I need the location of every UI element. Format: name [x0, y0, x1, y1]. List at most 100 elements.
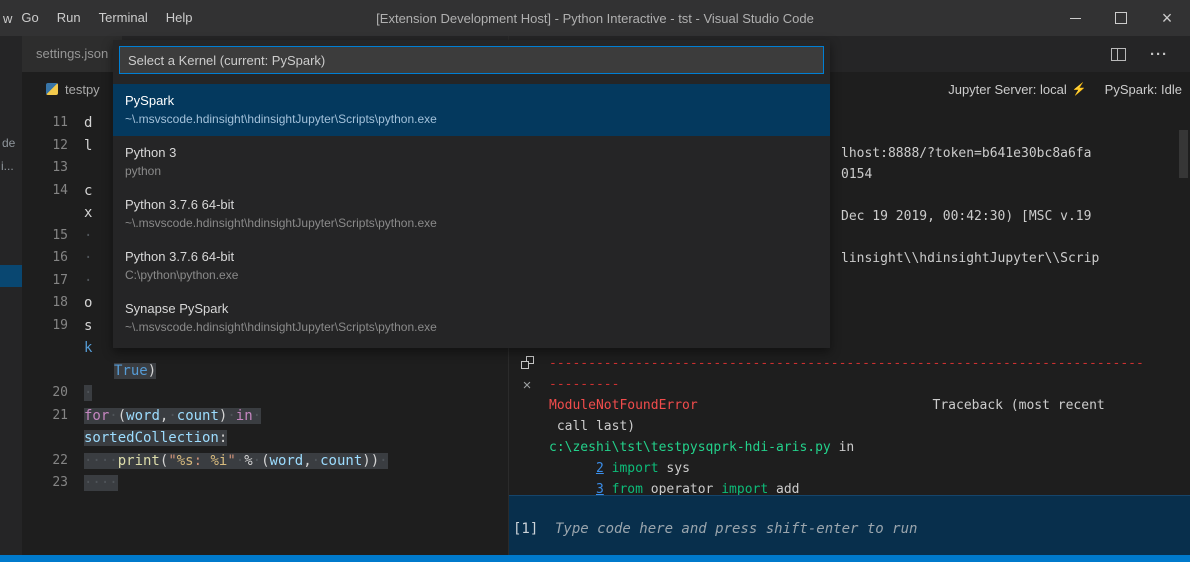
menu-item[interactable]: Go — [12, 0, 47, 36]
token: ModuleNotFoundError — [549, 398, 698, 413]
strip-text-fragment: de — [2, 136, 15, 150]
kernel-option[interactable]: Python 3.7.6 64-bit ~\.msvscode.hdinsigh… — [113, 188, 830, 240]
kernel-option-description: python — [125, 163, 818, 180]
token: s — [84, 318, 92, 334]
interactive-input-cell[interactable]: [1]Type code here and press shift-enter … — [509, 495, 1190, 555]
maximize-icon — [1115, 12, 1127, 24]
output-text: 3 from operator import add — [549, 479, 1190, 495]
kernel-option-description: ~\.msvscode.hdinsight\hdinsightJupyter\S… — [125, 319, 818, 336]
jupyter-server-status[interactable]: Jupyter Server: local ⚡ — [948, 82, 1086, 97]
goto-code-icon[interactable] — [521, 356, 534, 369]
cell-prompt: [1] — [513, 521, 555, 537]
token: c:\zeshi\tst\testpysqprk-hdi-aris.py — [549, 440, 831, 455]
line-number: 12 — [22, 135, 68, 158]
token: · — [84, 228, 92, 244]
token: · — [236, 453, 244, 469]
code-line: 21 for·(word,·count)·in· — [22, 405, 508, 428]
kernel-option[interactable]: Python 3 python — [113, 136, 830, 188]
token: count — [320, 453, 362, 469]
token: True — [114, 363, 148, 379]
kernel-option-description: C:\python\python.exe — [125, 267, 818, 284]
token: ···· — [84, 453, 118, 469]
scrollbar-thumb[interactable] — [1179, 130, 1188, 178]
line-number: 14 — [22, 180, 68, 203]
kernel-search-input[interactable] — [119, 46, 824, 74]
maximize-button[interactable] — [1098, 0, 1144, 36]
kernel-status-label: PySpark: Idle — [1105, 82, 1182, 97]
menu-item[interactable]: Help — [157, 0, 202, 36]
cell-placeholder-text: Type code here and press shift-enter to … — [555, 521, 917, 537]
token: %s — [177, 453, 194, 469]
output-text: ModuleNotFoundError Traceback (most rece… — [549, 395, 1190, 416]
minimize-icon — [1070, 18, 1081, 19]
token: " — [168, 453, 176, 469]
line-number: 19 — [22, 315, 68, 338]
token: print — [118, 453, 160, 469]
kernel-option-label: PySpark — [125, 92, 818, 110]
token: · — [109, 408, 117, 424]
remove-cell-icon[interactable]: × — [523, 378, 532, 393]
output-line: call last) — [549, 416, 1190, 437]
minimize-button[interactable] — [1052, 0, 1098, 36]
token — [549, 482, 596, 495]
kernel-status[interactable]: PySpark: Idle — [1105, 82, 1182, 97]
menu-bar: Go Run Terminal Help — [12, 0, 201, 36]
kernel-option-description: ~\.msvscode.hdinsight\hdinsightJupyter\S… — [125, 111, 818, 128]
window-controls: × — [1052, 0, 1190, 36]
menu-item[interactable]: Run — [48, 0, 90, 36]
menu-item-fragment[interactable]: w — [0, 11, 12, 26]
token: linsight\\hdinsightJupyter\\Scrip — [841, 251, 1099, 266]
code-line: 23 ···· — [22, 472, 508, 495]
token — [549, 461, 596, 476]
tab-settings-json[interactable]: settings.json — [22, 36, 122, 72]
token: · — [312, 453, 320, 469]
token: · — [253, 453, 261, 469]
split-editor-icon[interactable] — [1111, 48, 1126, 61]
token: word — [126, 408, 160, 424]
code-line: True) — [22, 360, 508, 383]
token: lhost:8888/?token=b641e30bc8a6fa — [841, 146, 1091, 161]
output-line: --------- — [549, 374, 1190, 395]
token: 0154 — [841, 167, 872, 182]
menu-item[interactable]: Terminal — [90, 0, 157, 36]
kernel-option[interactable]: Python 3.7.6 64-bit C:\python\python.exe — [113, 240, 830, 292]
left-cut-strip: de i... — [0, 36, 22, 555]
token: · — [84, 273, 92, 289]
kernel-option[interactable]: PySpark ~\.msvscode.hdinsight\hdinsightJ… — [113, 84, 830, 136]
token: call last) — [549, 419, 635, 434]
token: d — [84, 115, 92, 131]
token: · — [227, 408, 235, 424]
line-number: 21 — [22, 405, 68, 428]
output-text: --------- — [549, 374, 1190, 395]
output-line: ModuleNotFoundError Traceback (most rece… — [549, 395, 1190, 416]
token: %i — [210, 453, 227, 469]
line-number: 13 — [22, 157, 68, 180]
code-text: ····print("%s: %i"·%·(word,·count))· — [84, 450, 508, 473]
line-number: 23 — [22, 472, 68, 495]
token: ···· — [84, 475, 118, 491]
token: · — [253, 408, 261, 424]
token: --------- — [549, 377, 619, 392]
token: for — [84, 408, 109, 424]
token: · — [84, 385, 92, 401]
line-number: 17 — [22, 270, 68, 293]
code-text: · — [84, 382, 508, 405]
remote-connection-icon: ⚡ — [1072, 82, 1087, 96]
token: Traceback (most recent — [933, 398, 1105, 413]
line-number: 15 — [22, 225, 68, 248]
token: " — [227, 453, 235, 469]
token: Dec 19 2019, 00:42:30) [MSC v.19 — [841, 209, 1091, 224]
token: import — [612, 461, 659, 476]
python-file-icon — [46, 83, 58, 95]
token: )) — [362, 453, 379, 469]
token — [604, 461, 612, 476]
kernel-option[interactable]: Synapse PySpark ~\.msvscode.hdinsight\hd… — [113, 292, 830, 344]
close-icon: × — [1162, 9, 1173, 27]
token: ( — [118, 408, 126, 424]
cell-gutter: × — [517, 356, 537, 393]
more-actions-icon[interactable]: ··· — [1150, 47, 1168, 62]
status-bar — [0, 555, 1190, 562]
output-text: call last) — [549, 416, 1190, 437]
strip-selected-row[interactable] — [0, 265, 22, 287]
close-button[interactable]: × — [1144, 0, 1190, 36]
